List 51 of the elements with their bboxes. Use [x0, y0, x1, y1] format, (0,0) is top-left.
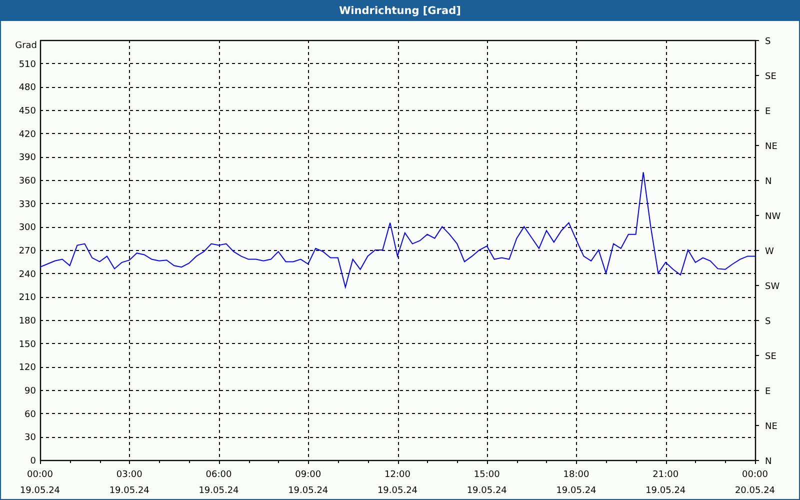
x-tick-date: 19.05.24	[288, 486, 328, 496]
compass-label: SE	[765, 72, 776, 82]
y-tick-label: 300	[18, 223, 36, 234]
x-tick-date: 19.05.24	[20, 486, 60, 496]
x-tick-date: 20.05.24	[734, 486, 776, 496]
y-tick-label: 120	[18, 363, 36, 374]
y-tick-label: 90	[24, 386, 36, 396]
compass-label: S	[765, 37, 771, 47]
compass-label: E	[765, 107, 771, 117]
y-tick-label: 150	[18, 340, 36, 350]
x-tick-date: 19.05.24	[556, 486, 596, 496]
y-tick-label: 210	[18, 293, 36, 304]
y-tick-label: 30	[24, 433, 36, 444]
y-tick-label: 60	[24, 410, 36, 420]
x-tick-label: 06:00	[206, 470, 232, 480]
y-axis-label: Grad	[15, 41, 37, 51]
y-tick-label: 420	[18, 130, 36, 140]
x-tick-label: 00:00	[27, 470, 53, 480]
y-tick-label: 480	[18, 83, 36, 94]
x-tick-label: 15:00	[474, 470, 500, 480]
compass-label: N	[765, 177, 772, 187]
compass-label: E	[765, 387, 771, 397]
x-tick-date: 19.05.24	[377, 486, 418, 496]
compass-label: NE	[765, 422, 778, 432]
x-tick-label: 12:00	[384, 470, 410, 480]
y-tick-label: 330	[18, 200, 36, 210]
y-tick-label: 0	[30, 456, 36, 466]
x-tick-label: 03:00	[116, 470, 142, 480]
compass-label: NW	[765, 212, 781, 222]
compass-label: W	[765, 247, 774, 257]
y-tick-label: 390	[18, 153, 36, 164]
compass-label: SW	[765, 282, 780, 292]
y-tick-label: 510	[18, 60, 36, 70]
x-tick-label: 21:00	[652, 470, 679, 480]
x-tick-date: 19.05.24	[466, 486, 507, 496]
compass-label: S	[765, 317, 771, 327]
x-tick-date: 19.05.24	[198, 486, 239, 496]
x-tick-label: 09:00	[295, 470, 322, 480]
y-tick-label: 270	[18, 246, 36, 256]
compass-label: N	[765, 457, 772, 467]
compass-label: SE	[765, 352, 776, 362]
y-tick-label: 240	[18, 270, 36, 280]
y-tick-label: 180	[18, 316, 36, 326]
x-tick-date: 19.05.24	[109, 486, 150, 496]
window-title: Windrichtung [Grad]	[339, 4, 461, 19]
x-tick-label: 18:00	[563, 470, 590, 480]
y-tick-label: 360	[18, 176, 36, 186]
y-tick-label: 450	[18, 106, 36, 116]
compass-label: NE	[765, 142, 778, 152]
x-tick-label: 00:00	[742, 470, 768, 480]
x-tick-date: 19.05.24	[646, 486, 686, 496]
